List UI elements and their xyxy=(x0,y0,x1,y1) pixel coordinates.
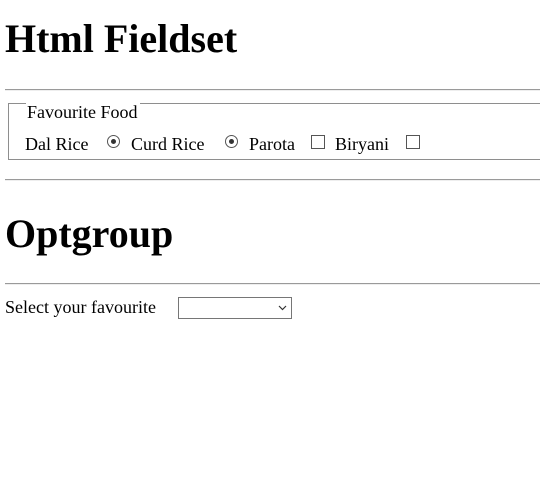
biryani-checkbox[interactable] xyxy=(406,135,420,149)
option-label-biryani: Biryani xyxy=(335,134,389,154)
fieldset-legend: Favourite Food xyxy=(26,102,140,122)
favourite-select[interactable] xyxy=(178,297,292,319)
divider xyxy=(5,89,540,91)
divider xyxy=(5,179,540,181)
dal-rice-radio[interactable] xyxy=(107,135,120,148)
parota-checkbox[interactable] xyxy=(311,135,325,149)
option-label-curd-rice: Curd Rice xyxy=(131,134,205,154)
chevron-down-icon xyxy=(278,305,287,311)
curd-rice-radio[interactable] xyxy=(225,135,238,148)
fieldset-heading: Html Fieldset xyxy=(5,16,238,61)
divider xyxy=(5,283,540,285)
option-label-dal-rice: Dal Rice xyxy=(25,134,89,154)
select-label: Select your favourite xyxy=(5,297,156,317)
page: Html Fieldset Favourite Food Dal Rice Cu… xyxy=(0,0,540,494)
optgroup-heading: Optgroup xyxy=(5,211,174,256)
option-label-parota: Parota xyxy=(249,134,295,154)
